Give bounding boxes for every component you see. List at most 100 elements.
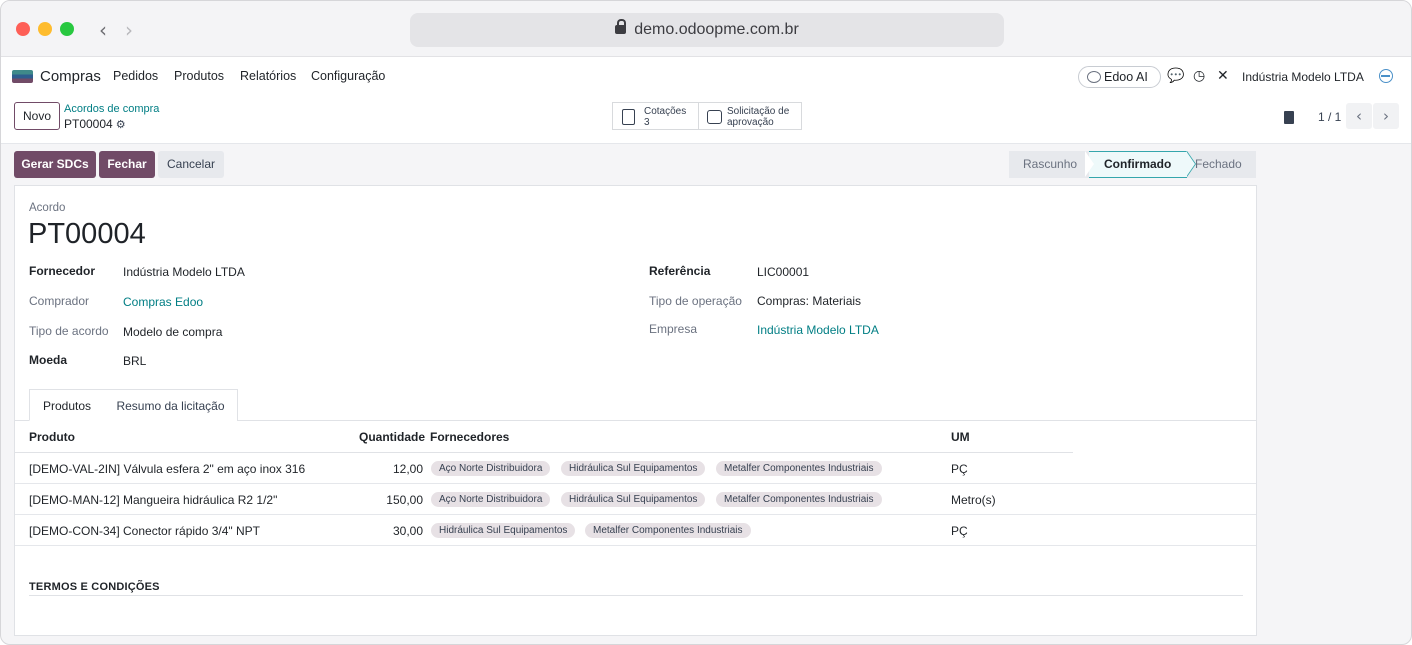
table-row[interactable]: [DEMO-MAN-12] Mangueira hidráulica R2 1/… bbox=[15, 484, 1256, 515]
field-label-tipo-acordo: Tipo de acordo bbox=[29, 324, 109, 338]
cell-product[interactable]: [DEMO-CON-34] Conector rápido 3/4" NPT bbox=[29, 524, 260, 538]
record-title[interactable]: PT00004 bbox=[28, 218, 146, 251]
stage-separator bbox=[1185, 151, 1195, 177]
breadcrumb-current-label: PT00004 bbox=[64, 117, 113, 131]
generate-rfq-button[interactable]: Gerar SDCs bbox=[14, 151, 96, 178]
discuss-icon[interactable]: 💬 bbox=[1167, 68, 1184, 84]
new-button[interactable]: Novo bbox=[14, 102, 60, 130]
smart-button-text: Cotações 3 bbox=[644, 106, 686, 128]
pager-value[interactable]: 1 / 1 bbox=[1318, 110, 1341, 124]
table-row[interactable]: [DEMO-CON-34] Conector rápido 3/4" NPT 3… bbox=[15, 515, 1256, 546]
field-label-comprador: Comprador bbox=[29, 294, 90, 308]
company-switcher[interactable]: Indústria Modelo LTDA bbox=[1242, 70, 1364, 84]
field-tipo-acordo[interactable]: Modelo de compra bbox=[123, 325, 222, 339]
field-label-referencia: Referência bbox=[649, 264, 711, 278]
tab-produtos[interactable]: Produtos bbox=[29, 389, 105, 421]
field-label-moeda: Moeda bbox=[29, 353, 68, 367]
cotacoes-label: Cotações bbox=[644, 106, 687, 117]
chat-bubble-icon bbox=[1087, 71, 1101, 83]
stage-separator bbox=[1085, 151, 1094, 177]
approval-label-2: aprovação bbox=[727, 117, 774, 128]
activity-clock-icon[interactable]: ◷ bbox=[1193, 68, 1205, 84]
terms-heading: TERMOS E CONDIÇÕES bbox=[29, 581, 160, 593]
column-quantidade[interactable]: Quantidade bbox=[359, 430, 425, 444]
browser-titlebar: ‹ › demo.odoopme.com.br bbox=[1, 1, 1411, 57]
bookmark-icon[interactable] bbox=[1284, 111, 1294, 124]
vendor-tag: Hidráulica Sul Equipamentos bbox=[431, 523, 576, 538]
table-row[interactable]: [DEMO-VAL-2IN] Válvula esfera 2" em aço … bbox=[15, 453, 1256, 484]
vendor-tag: Aço Norte Distribuidora bbox=[431, 461, 551, 476]
vendor-tag: Hidráulica Sul Equipamentos bbox=[561, 492, 706, 507]
cell-quantity[interactable]: 12,00 bbox=[343, 462, 423, 476]
tools-icon[interactable]: ✕ bbox=[1217, 68, 1229, 84]
cell-uom[interactable]: PÇ bbox=[951, 462, 968, 476]
terms-field[interactable] bbox=[29, 595, 1243, 596]
close-window-button[interactable] bbox=[16, 22, 30, 36]
forward-arrow-icon[interactable]: › bbox=[125, 18, 133, 42]
cell-product[interactable]: [DEMO-VAL-2IN] Válvula esfera 2" em aço … bbox=[29, 462, 305, 476]
approval-label-1: Solicitação de bbox=[727, 106, 790, 117]
form-sheet: Acordo PT00004 Fornecedor Indústria Mode… bbox=[14, 185, 1257, 636]
field-comprador[interactable]: Compras Edoo bbox=[123, 295, 203, 309]
column-fornecedores[interactable]: Fornecedores bbox=[430, 430, 509, 444]
url-text: demo.odoopme.com.br bbox=[634, 21, 799, 38]
document-icon bbox=[622, 109, 635, 125]
app-name[interactable]: Compras bbox=[40, 68, 101, 85]
record-kind-label: Acordo bbox=[29, 202, 66, 214]
app-navbar: Compras Pedidos Produtos Relatórios Conf… bbox=[1, 57, 1411, 95]
control-panel: Novo Acordos de compra PT00004 ⚙ Cotações… bbox=[1, 95, 1411, 144]
field-moeda[interactable]: BRL bbox=[123, 354, 146, 368]
cancel-button[interactable]: Cancelar bbox=[158, 151, 224, 178]
cell-quantity[interactable]: 150,00 bbox=[343, 493, 423, 507]
field-fornecedor[interactable]: Indústria Modelo LTDA bbox=[123, 265, 245, 279]
vendor-tag: Metalfer Componentes Industriais bbox=[716, 461, 882, 476]
field-empresa[interactable]: Indústria Modelo LTDA bbox=[757, 323, 879, 337]
smart-button-text: Solicitação de aprovação bbox=[727, 106, 789, 128]
field-tipo-operacao[interactable]: Compras: Materiais bbox=[757, 294, 861, 308]
user-avatar-icon[interactable] bbox=[1379, 69, 1393, 83]
app-logo-icon[interactable] bbox=[12, 70, 33, 83]
menu-relatorios[interactable]: Relatórios bbox=[240, 69, 296, 83]
browser-window: ‹ › demo.odoopme.com.br Compras Pedidos … bbox=[0, 0, 1412, 645]
cell-product[interactable]: [DEMO-MAN-12] Mangueira hidráulica R2 1/… bbox=[29, 493, 277, 507]
smart-button-approval[interactable]: Solicitação de aprovação bbox=[698, 102, 802, 130]
menu-pedidos[interactable]: Pedidos bbox=[113, 69, 158, 83]
lock-icon bbox=[615, 19, 627, 34]
cell-quantity[interactable]: 30,00 bbox=[343, 524, 423, 538]
menu-configuracao[interactable]: Configuração bbox=[311, 69, 385, 83]
cell-uom[interactable]: Metro(s) bbox=[951, 493, 996, 507]
cotacoes-count: 3 bbox=[644, 117, 650, 128]
field-label-empresa: Empresa bbox=[649, 322, 698, 336]
field-label-tipo-operacao: Tipo de operação bbox=[649, 294, 742, 308]
gear-icon[interactable]: ⚙ bbox=[116, 118, 126, 131]
back-arrow-icon[interactable]: ‹ bbox=[99, 18, 107, 42]
stage-confirmado[interactable]: Confirmado bbox=[1089, 151, 1187, 178]
column-produto[interactable]: Produto bbox=[29, 430, 75, 444]
cell-uom[interactable]: PÇ bbox=[951, 524, 968, 538]
edoo-ai-button[interactable]: Edoo AI bbox=[1078, 66, 1161, 88]
breadcrumb-current: PT00004 ⚙ bbox=[64, 117, 126, 131]
field-label-fornecedor: Fornecedor bbox=[29, 264, 96, 278]
pager-next-button[interactable]: › bbox=[1373, 103, 1399, 129]
minimize-window-button[interactable] bbox=[38, 22, 52, 36]
pager-previous-button[interactable]: ‹ bbox=[1346, 103, 1372, 129]
tab-resumo-licitacao[interactable]: Resumo da licitação bbox=[104, 389, 238, 421]
breadcrumb-parent[interactable]: Acordos de compra bbox=[64, 103, 159, 115]
vendor-tag: Metalfer Componentes Industriais bbox=[716, 492, 882, 507]
stage-rascunho[interactable]: Rascunho bbox=[1009, 151, 1089, 178]
checkbox-icon bbox=[707, 110, 722, 124]
status-bar: Rascunho Confirmado Fechado bbox=[1009, 151, 1256, 178]
lines-table-header: Produto Quantidade Fornecedores UM bbox=[15, 421, 1073, 453]
vendor-tag: Hidráulica Sul Equipamentos bbox=[561, 461, 706, 476]
menu-produtos[interactable]: Produtos bbox=[174, 69, 224, 83]
field-referencia[interactable]: LIC00001 bbox=[757, 265, 809, 279]
stage-fechado[interactable]: Fechado bbox=[1187, 151, 1256, 178]
column-um[interactable]: UM bbox=[951, 430, 970, 444]
address-bar[interactable]: demo.odoopme.com.br bbox=[410, 13, 1004, 47]
edoo-ai-label: Edoo AI bbox=[1104, 70, 1148, 84]
vendor-tag: Aço Norte Distribuidora bbox=[431, 492, 551, 507]
close-button[interactable]: Fechar bbox=[99, 151, 155, 178]
smart-button-cotacoes[interactable]: Cotações 3 bbox=[612, 102, 699, 130]
vendor-tag: Metalfer Componentes Industriais bbox=[585, 523, 751, 538]
maximize-window-button[interactable] bbox=[60, 22, 74, 36]
